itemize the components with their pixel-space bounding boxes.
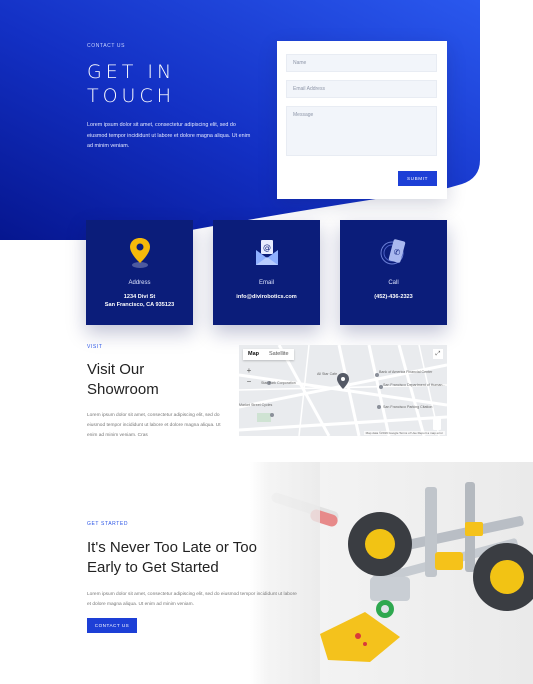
contact-title-line2: TOUCH	[87, 85, 176, 107]
map-label-bank: Bank of America Financial Center	[379, 370, 433, 374]
contact-us-button[interactable]: CONTACT US	[87, 618, 137, 633]
contact-eyebrow: CONTACT US	[87, 43, 126, 49]
submit-button[interactable]: SUBMIT	[398, 171, 437, 186]
fullscreen-button[interactable]: ⤢	[433, 349, 443, 359]
map-tab-map[interactable]: Map	[243, 349, 264, 360]
message-textarea[interactable]: Message	[286, 106, 437, 156]
envelope-icon: @	[251, 234, 283, 270]
call-label: Call	[388, 280, 399, 286]
showroom-map[interactable]: Bank of America Financial Center San Fra…	[239, 345, 447, 436]
email-value[interactable]: info@divirobotics.com	[213, 293, 320, 301]
get-started-eyebrow: GET STARTED	[87, 521, 129, 527]
visit-title-line2: Showroom	[87, 381, 159, 398]
location-pin-icon	[124, 234, 156, 270]
visit-title: Visit Our Showroom	[87, 360, 237, 400]
address-label: Address	[128, 280, 151, 286]
address-card: Address 1234 Divi St San Francisco, CA 9…	[86, 220, 193, 325]
map-label-star-park: Star Park Corporation	[261, 381, 296, 385]
address-line1: 1234 Divi St	[123, 294, 156, 300]
contact-description: Lorem ipsum dolor sit amet, consectetur …	[87, 122, 251, 149]
call-card: ✆ Call (452)-436-2323	[340, 220, 447, 325]
svg-text:@: @	[263, 243, 271, 252]
contact-title-line1: GET IN	[87, 61, 176, 83]
email-label: Email	[258, 280, 274, 286]
map-attribution[interactable]: Map data ©2019 Google Terms of Use Repor…	[363, 431, 445, 435]
name-input[interactable]: Name	[286, 54, 437, 72]
street-view-pegman-icon[interactable]	[433, 418, 441, 430]
get-started-description: Lorem ipsum dolor sit amet, consectetur …	[87, 592, 297, 607]
email-input[interactable]: Email Address	[286, 80, 437, 98]
map-label-dept: San Francisco Department of Human...	[383, 383, 446, 387]
map-label-cafe: All Star Cafe	[317, 372, 338, 376]
call-value[interactable]: (452)-436-2323	[340, 293, 447, 301]
get-started-title-line1: It's Never Too Late or Too	[87, 539, 257, 556]
map-zoom-controls: + −	[244, 365, 254, 387]
get-started-title-line2: Early to Get Started	[87, 559, 219, 576]
email-card: @ Email info@divirobotics.com	[213, 220, 320, 325]
map-tab-satellite[interactable]: Satellite	[264, 349, 294, 360]
map-label-parking: San Francisco Parking Citation	[383, 405, 433, 409]
map-type-tabs: Map Satellite	[243, 349, 294, 360]
phone-icon: ✆	[378, 234, 410, 270]
svg-text:✆: ✆	[394, 248, 401, 257]
contact-title: GET IN TOUCH	[87, 60, 247, 108]
visit-title-line1: Visit Our	[87, 361, 145, 378]
map-label-cycles: Market Street Cycles	[239, 403, 273, 407]
contact-form: Name Email Address Message SUBMIT	[277, 41, 447, 199]
visit-eyebrow: VISIT	[87, 344, 103, 350]
get-started-title: It's Never Too Late or Too Early to Get …	[87, 538, 307, 578]
zoom-in-button[interactable]: +	[244, 365, 254, 376]
zoom-out-button[interactable]: −	[244, 376, 254, 387]
visit-description: Lorem ipsum dolor sit amet, consectetur …	[87, 413, 221, 438]
address-line2: San Francisco, CA 935123	[104, 302, 175, 308]
address-value: 1234 Divi St San Francisco, CA 935123	[86, 293, 193, 309]
